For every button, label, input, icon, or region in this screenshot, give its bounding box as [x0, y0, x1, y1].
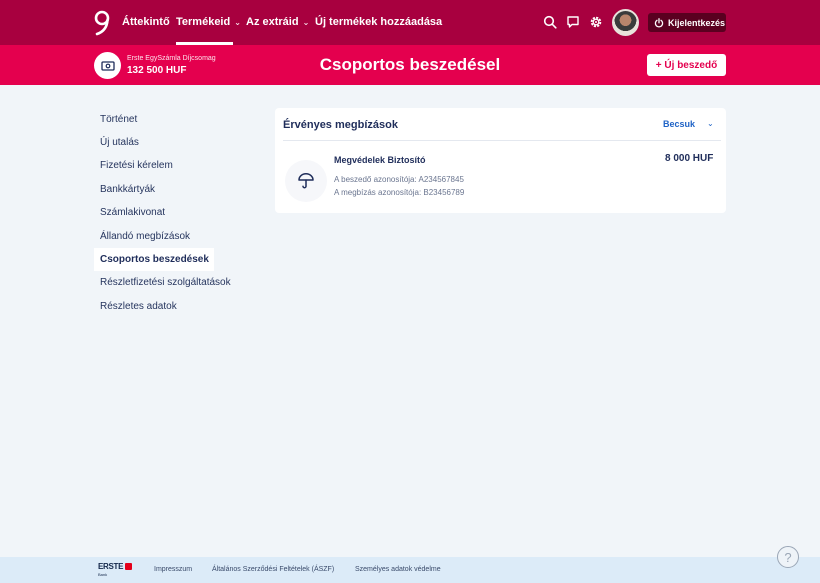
sidebar-item-bank-cards[interactable]: Bankkártyák [94, 178, 214, 201]
sidebar-item-payment-request[interactable]: Fizetési kérelem [94, 154, 214, 177]
help-button[interactable]: ? [777, 546, 799, 568]
chevron-down-icon[interactable]: ⌄ [707, 119, 714, 128]
mandates-card: Érvényes megbízások Becsuk ⌄ Megvédelek … [275, 108, 726, 213]
gear-icon[interactable] [589, 15, 603, 29]
sidebar-item-standing-orders[interactable]: Állandó megbízások [94, 225, 214, 248]
power-icon [654, 17, 664, 28]
top-navigation: Áttekintő Termékeid ⌄ Az extráid ⌄ Új term… [0, 0, 820, 45]
nav-item-products[interactable]: Termékeid ⌄ [176, 16, 241, 28]
new-collector-button[interactable]: + Új beszedő [647, 54, 726, 76]
footer-link-terms[interactable]: Általános Szerződési Feltételek (ÁSZF) [212, 566, 334, 573]
debit-amount: 8 000 HUF [665, 153, 714, 164]
erste-logo[interactable]: ERSTE Bank [98, 562, 132, 578]
umbrella-icon [285, 160, 327, 202]
chevron-down-icon: ⌄ [234, 18, 241, 27]
collector-name: Megvédelek Biztosító [334, 155, 426, 165]
george-logo-icon[interactable] [92, 10, 112, 36]
nav-item-overview[interactable]: Áttekintő [122, 16, 170, 28]
banknote-icon [100, 60, 115, 71]
logout-label: Kijelentkezés [668, 17, 726, 28]
search-icon[interactable] [543, 15, 557, 29]
chat-icon[interactable] [566, 15, 580, 29]
sidebar-item-direct-debits[interactable]: Csoportos beszedések [94, 248, 214, 271]
sidebar-item-new-transfer[interactable]: Új utalás [94, 131, 214, 154]
erste-mark-icon [125, 563, 132, 570]
account-name: Erste EgySzámla Díjcsomag [127, 55, 216, 62]
account-header: Erste EgySzámla Díjcsomag 132 500 HUF Cs… [0, 45, 820, 85]
sidebar-item-installments[interactable]: Részletfizetési szolgáltatások [94, 271, 231, 294]
card-title: Érvényes megbízások [283, 119, 398, 131]
chevron-down-icon: ⌄ [302, 18, 310, 27]
footer: ERSTE Bank Impresszum Általános Szerződé… [0, 557, 820, 583]
nav-item-extras[interactable]: Az extráid ⌄ [246, 16, 309, 28]
mandate-id: A megbízás azonosítója: B23456789 [334, 188, 465, 197]
account-balance: 132 500 HUF [127, 65, 187, 76]
collector-id: A beszedő azonosítója: A234567845 [334, 175, 464, 184]
footer-link-imprint[interactable]: Impresszum [154, 566, 192, 573]
sidebar-item-details[interactable]: Részletes adatok [94, 295, 214, 318]
account-icon[interactable] [94, 52, 121, 79]
nav-item-add-products[interactable]: Új termékek hozzáadása [315, 16, 442, 28]
avatar[interactable] [612, 9, 639, 36]
sidebar-item-statement[interactable]: Számlakivonat [94, 201, 214, 224]
divider [283, 140, 721, 141]
logout-button[interactable]: Kijelentkezés [648, 13, 726, 32]
sidebar-item-history[interactable]: Történet [94, 108, 214, 131]
footer-link-privacy[interactable]: Személyes adatok védelme [355, 566, 441, 573]
collapse-button[interactable]: Becsuk [663, 119, 695, 129]
page-title: Csoportos beszedésel [319, 55, 501, 74]
